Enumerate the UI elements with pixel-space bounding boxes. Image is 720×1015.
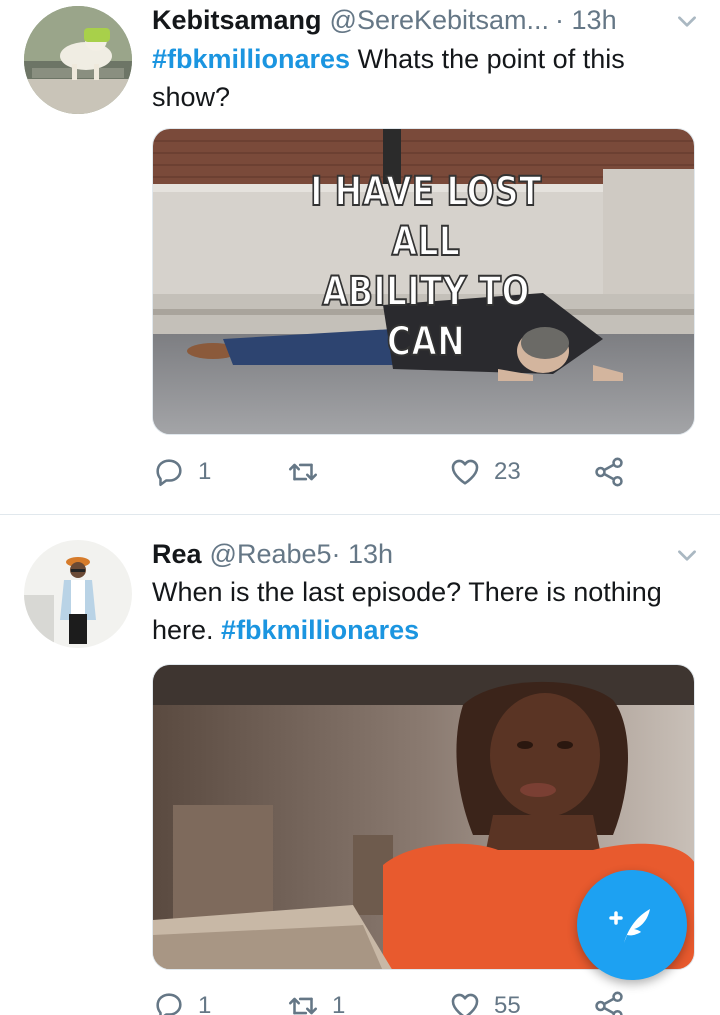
avatar[interactable] xyxy=(24,6,132,114)
share-icon xyxy=(595,457,623,487)
tweet-text: #fbkmillionares Whats the point of this … xyxy=(152,40,700,116)
retweet-button[interactable] xyxy=(286,455,332,489)
tweet-text: When is the last episode? There is nothi… xyxy=(152,573,700,649)
timestamp: · 13h xyxy=(331,538,394,569)
display-name[interactable]: Kebitsamang xyxy=(152,5,322,36)
reply-icon xyxy=(156,459,182,487)
heart-icon xyxy=(451,993,479,1015)
chevron-down-icon[interactable] xyxy=(674,8,700,34)
tweet[interactable]: Kebitsamang @SereKebitsam... · 13h #fbkm… xyxy=(0,0,720,515)
retweet-count: 1 xyxy=(332,992,346,1015)
heart-icon xyxy=(451,459,479,485)
retweet-button[interactable]: 1 xyxy=(286,989,345,1015)
retweet-icon xyxy=(288,463,318,481)
like-button[interactable]: 23 xyxy=(448,455,521,489)
share-icon xyxy=(595,991,623,1015)
meme-caption-line-1: I HAVE LOST ALL xyxy=(309,168,542,266)
share-button[interactable] xyxy=(592,989,626,1015)
user-handle[interactable]: @Reabe5 xyxy=(210,539,332,570)
hashtag-link[interactable]: #fbkmillionares xyxy=(221,615,419,645)
reply-count: 1 xyxy=(198,458,212,485)
like-count: 23 xyxy=(494,458,521,485)
compose-tweet-button[interactable] xyxy=(577,870,687,980)
avatar[interactable] xyxy=(24,540,132,648)
tweet-actions: 1 23 xyxy=(152,455,642,495)
reply-button[interactable]: 1 xyxy=(152,989,211,1015)
like-button[interactable]: 55 xyxy=(448,989,521,1015)
chevron-down-icon[interactable] xyxy=(674,542,700,568)
reply-icon xyxy=(156,993,182,1015)
timestamp: · 13h xyxy=(555,4,617,35)
reply-count: 1 xyxy=(198,992,212,1015)
display-name[interactable]: Rea xyxy=(152,539,202,570)
user-handle[interactable]: @SereKebitsam... xyxy=(330,5,550,36)
meme-caption-line-2: ABILITY TO CAN xyxy=(321,268,530,366)
tweet-header: Rea @Reabe5 · 13h xyxy=(152,534,700,574)
meme-caption: I HAVE LOST ALL ABILITY TO CAN xyxy=(291,167,562,367)
share-button[interactable] xyxy=(592,455,626,489)
like-count: 55 xyxy=(494,992,521,1015)
compose-tweet-icon xyxy=(609,909,650,943)
retweet-icon xyxy=(288,997,318,1015)
tweet-header: Kebitsamang @SereKebitsam... · 13h xyxy=(152,0,700,40)
tweet-image[interactable]: I HAVE LOST ALL ABILITY TO CAN xyxy=(152,128,695,435)
reply-button[interactable]: 1 xyxy=(152,455,211,489)
tweet-actions: 1 1 55 xyxy=(152,989,642,1015)
hashtag-link[interactable]: #fbkmillionares xyxy=(152,44,350,74)
